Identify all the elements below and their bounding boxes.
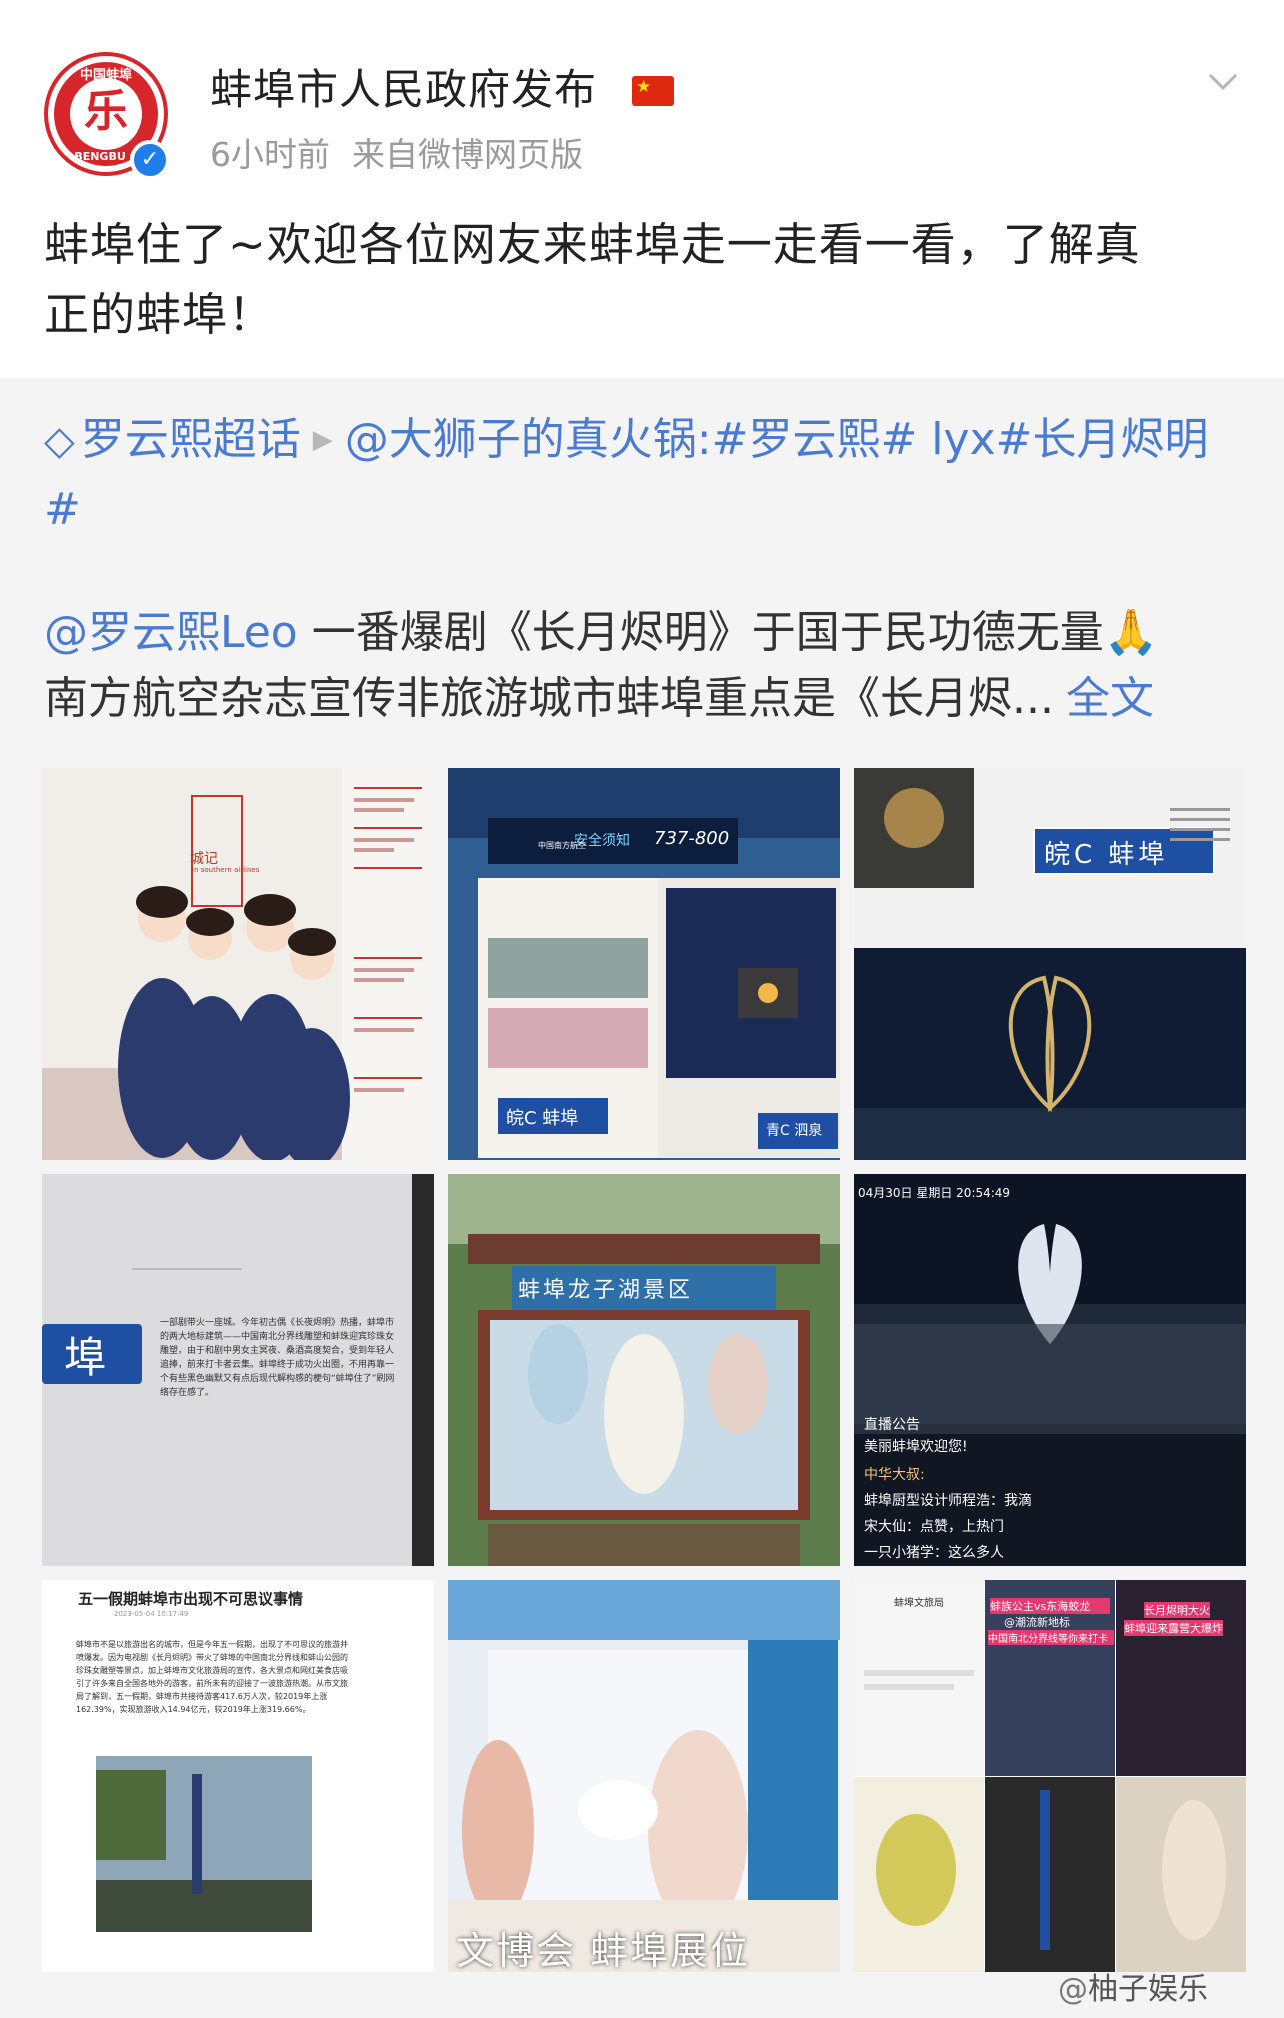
account-name[interactable]: 蚌埠市人民政府发布 [210, 62, 597, 118]
repost-body-line1: 一番爆剧《长月烬明》于国于民功德无量 [297, 607, 1104, 658]
arrow-right-icon: ▶ [312, 425, 333, 455]
image-1[interactable]: 城记 In southern airlines [42, 768, 434, 1160]
image-1-art [42, 768, 434, 1160]
repost-body-line2: 南方航空杂志宣传非旅游城市蚌埠重点是《长月烬... [44, 673, 1054, 724]
image-3-art [854, 768, 1246, 1160]
image-6[interactable]: 04月30日 星期日 20:54:49 直播公告 美丽蚌埠欢迎您! 中华大叔: … [854, 1174, 1246, 1566]
post-text-line2: 正的蚌埠！ [44, 288, 275, 341]
image-3[interactable]: 皖C 蚌埠 [854, 768, 1246, 1160]
chevron-down-icon[interactable] [1206, 64, 1240, 98]
image-8[interactable]: 文博会 蚌埠展位 [448, 1580, 840, 1972]
image-3-plate: 皖C 蚌埠 [1044, 840, 1169, 870]
post-time: 6小时前 [210, 135, 330, 174]
post-source: 来自微博网页版 [352, 135, 583, 174]
author-mention-link[interactable]: @大狮子的真火锅 [345, 414, 697, 465]
verified-badge-icon: ✓ [130, 140, 170, 180]
image-8-caption: 文博会 蚌埠展位 [456, 1929, 751, 1972]
topic-tag-tail[interactable]: # [44, 478, 1244, 542]
image-9-title-5: 蚌埠迎来露营大爆炸 [1124, 1620, 1223, 1636]
image-7[interactable]: 五一假期蚌埠市出现不可思议事情 2023-05-04 10:17:49 蚌埠市不… [42, 1580, 434, 1972]
full-text-link[interactable]: 全文 [1066, 673, 1154, 724]
image-2-plate: 皖C 蚌埠 [506, 1108, 579, 1129]
image-5[interactable]: 蚌埠龙子湖景区 [448, 1174, 840, 1566]
image-6-timestamp: 04月30日 星期日 20:54:49 [858, 1186, 1011, 1200]
image-grid: 城记 In southern airlines 安全须知 737-800 中国南… [42, 768, 1246, 1972]
topic-tags[interactable]: :#罗云熙# lyx#长月烬明 [697, 414, 1209, 465]
image-4-text: 一部剧带火一座城。今年初古偶《长夜烬明》热播，蚌埠市的两大地标建筑——中国南北分… [160, 1318, 395, 1398]
post-text: 蚌埠住了~欢迎各位网友来蚌埠走一走看一看，了解真 正的蚌埠！ [44, 210, 1244, 350]
image-9-title-1: 蚌族公主vs东海蛟龙 [990, 1598, 1110, 1614]
super-topic-icon: ◇ [44, 418, 75, 464]
mention-link[interactable]: @罗云熙Leo [44, 607, 298, 658]
watermark: @柚子娱乐 [1058, 1970, 1208, 2010]
pray-emoji-icon: 🙏 [1103, 607, 1159, 658]
repost-body: @罗云熙Leo 一番爆剧《长月烬明》于国于民功德无量🙏 南方航空杂志宣传非旅游城… [44, 600, 1254, 732]
image-6-comment-2: 中华大叔: [864, 1467, 925, 1483]
avatar-logo-text-top: 中国蚌埠 [79, 68, 132, 83]
image-6-comment-3: 蚌埠厨型设计师程浩：我滴 [864, 1493, 1032, 1509]
image-9-title-4: 长月烬明大火 [1144, 1602, 1210, 1618]
image-9-title-2: @潮流新地标 [1004, 1616, 1070, 1629]
super-topic-link[interactable]: 罗云熙超话 [81, 414, 301, 465]
image-1-caption: 城记 [190, 851, 218, 867]
watermark-name: 柚子娱乐 [1088, 1972, 1208, 2007]
image-6-comment-4: 宋大仙：点赞，上热门 [864, 1519, 1004, 1535]
image-9-title-3: 中国南北分界线等你来打卡 [988, 1630, 1114, 1645]
image-9[interactable]: 蚌埠文旅局 蚌族公主vs东海蛟龙 @潮流新地标 中国南北分界线等你来打卡 长月烬… [854, 1580, 1246, 1972]
image-1-sub: In southern airlines [192, 866, 260, 874]
image-6-comment-5: 一只小猪学：这么多人 [864, 1545, 1004, 1561]
image-5-art [448, 1174, 840, 1566]
image-2-airline: 中国南方航空 [538, 841, 586, 850]
china-flag-icon: ★ [632, 76, 674, 106]
image-6-comment-1: 美丽蚌埠欢迎您! [864, 1439, 968, 1455]
image-8-art [448, 1580, 840, 1972]
image-9-app: 蚌埠文旅局 [894, 1598, 944, 1609]
image-2-plane: 737-800 [654, 828, 730, 849]
avatar-logo-glyph: 乐 [84, 86, 128, 137]
post-meta: 6小时前 来自微博网页版 [210, 132, 583, 178]
flag-star-icon: ★ [636, 77, 652, 97]
image-4-plate: 埠 [64, 1333, 107, 1382]
image-2-art [448, 768, 840, 1160]
image-7-title: 五一假期蚌埠市出现不可思议事情 [78, 1590, 304, 1608]
image-7-date: 2023-05-04 10:17:49 [114, 1610, 189, 1618]
image-2-plate2: 青C 泗泉 [766, 1123, 823, 1139]
post-text-line1: 蚌埠住了~欢迎各位网友来蚌埠走一走看一看，了解真 [44, 218, 1141, 271]
image-5-sign: 蚌埠龙子湖景区 [518, 1278, 694, 1303]
repost-tagline: ◇ 罗云熙超话 ▶ @大狮子的真火锅:#罗云熙# lyx#长月烬明 # [44, 408, 1244, 542]
image-4[interactable]: 埠 一部剧带火一座城。今年初古偶《长夜烬明》热播，蚌埠市的两大地标建筑——中国南… [42, 1174, 434, 1566]
image-7-text: 蚌埠市不是以旅游出名的城市，但是今年五一假期，出现了不可思议的旅游井喷爆发。因为… [76, 1640, 348, 1714]
image-2[interactable]: 安全须知 737-800 中国南方航空 皖C 蚌埠 青C 泗泉 [448, 768, 840, 1160]
watermark-prefix: @ [1058, 1972, 1088, 2007]
image-6-notice: 直播公告 [864, 1417, 920, 1433]
